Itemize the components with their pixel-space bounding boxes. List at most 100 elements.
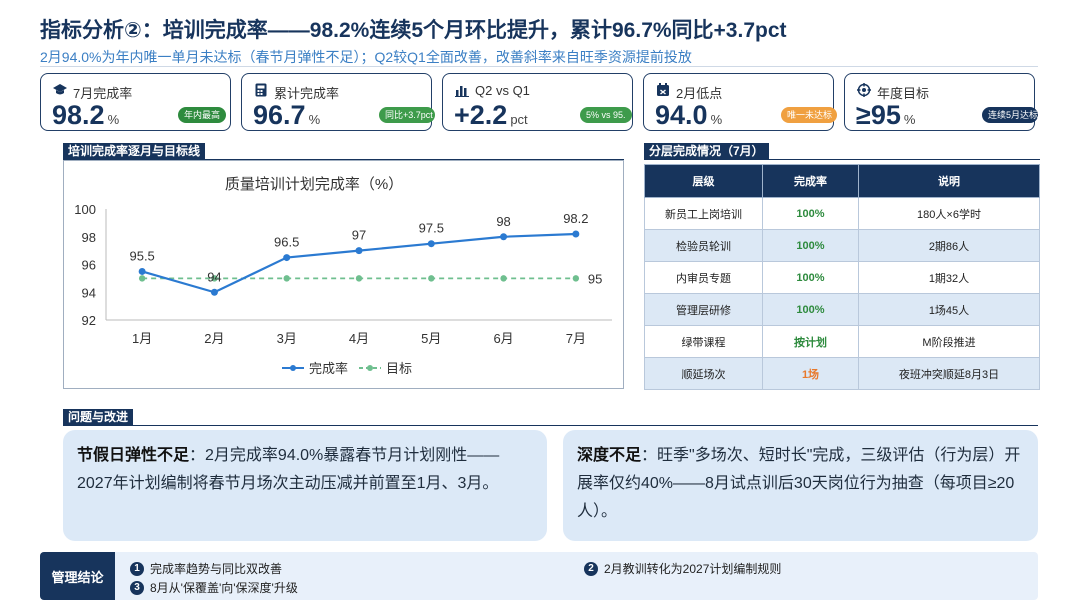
kpi-tag: 同比+3.7pct bbox=[379, 107, 435, 123]
issue-heading: 深度不足 bbox=[577, 447, 642, 464]
target-data-label: 95 bbox=[588, 271, 602, 286]
kpi-value: 96.7% bbox=[253, 100, 321, 130]
cell-level: 内审员专题 bbox=[644, 261, 763, 294]
target-point bbox=[500, 275, 507, 282]
x-tick-label: 7月 bbox=[566, 331, 586, 346]
chart-section-label: 培训完成率逐月与目标线 bbox=[63, 143, 206, 160]
target-icon bbox=[857, 83, 871, 97]
kpi-value: 98.2% bbox=[52, 100, 120, 130]
legend-marker-completion bbox=[290, 365, 296, 371]
kpi-tag: 连续5月达标 bbox=[982, 107, 1038, 123]
completion-rate-point bbox=[427, 240, 435, 248]
issue-heading: 节假日弹性不足 bbox=[77, 447, 190, 464]
kpi-value: 94.0% bbox=[655, 100, 723, 130]
number-badge: 1 bbox=[130, 561, 144, 576]
conclusion-text: 2月教训转化为2027计划编制规则 bbox=[604, 562, 782, 576]
y-tick-label: 98 bbox=[82, 230, 96, 245]
data-label: 96.5 bbox=[274, 235, 299, 250]
conclusion-label: 管理结论 bbox=[40, 552, 115, 600]
data-label: 94 bbox=[207, 269, 221, 284]
completion-rate-chart: 质量培训计划完成率（%） 92 94 96 98 100 1月 2月 3月 4月 5月 6月 7月 95 9… bbox=[63, 160, 624, 389]
completion-rate-point bbox=[355, 247, 363, 255]
kpi-row: 7月完成率 98.2% 年内最高 累计完成率 96.7% 同比+3.7pct Q… bbox=[40, 73, 1038, 131]
issue-body: ：旺季"多场次、短时长"完成，三级评估（行为层）开展率仅约40%——8月试点训后… bbox=[577, 447, 1021, 520]
completion-rate-point bbox=[283, 254, 291, 262]
column-header: 说明 bbox=[858, 164, 1040, 198]
cell-rate: 100% bbox=[762, 197, 859, 230]
cell-rate: 按计划 bbox=[762, 325, 859, 358]
issues-section-label: 问题与改进 bbox=[63, 409, 134, 426]
x-tick-label: 6月 bbox=[493, 331, 513, 346]
target-point bbox=[355, 275, 363, 282]
cell-note: 180人×6学时 bbox=[858, 197, 1040, 230]
target-point bbox=[283, 275, 290, 282]
issue-card-holiday-flexibility: 节假日弹性不足：2月完成率94.0%暴露春节月计划刚性——2027年计划编制将春… bbox=[63, 430, 547, 541]
table-row: 内审员专题 100% 1期32人 bbox=[644, 261, 1040, 294]
table-section-rule bbox=[644, 159, 1040, 160]
y-tick-label: 94 bbox=[82, 285, 96, 300]
table-header-row: 层级 完成率 说明 bbox=[644, 164, 1040, 198]
x-tick-label: 5月 bbox=[421, 331, 441, 346]
kpi-card-annual-target[interactable]: 年度目标 ≥95% 连续5月达标 bbox=[844, 73, 1038, 131]
conclusion-text: 完成率趋势与同比双改善 bbox=[150, 562, 283, 576]
y-tick-label: 100 bbox=[74, 202, 96, 217]
cell-note: 2期86人 bbox=[858, 229, 1040, 262]
line-chart: 质量培训计划完成率（%） 92 94 96 98 100 1月 2月 3月 4月 5月 6月 7月 95 9… bbox=[74, 176, 612, 376]
x-tick-label: 2月 bbox=[204, 331, 224, 346]
x-tick-label: 1月 bbox=[132, 331, 152, 346]
cell-note: 1场45人 bbox=[858, 293, 1040, 326]
calendar-icon bbox=[657, 83, 669, 96]
number-badge: 2 bbox=[584, 561, 598, 576]
completion-rate-point bbox=[210, 288, 218, 296]
conclusion-text: 8月从'保覆盖'向'保深度'升级 bbox=[150, 581, 298, 595]
cell-level: 顺延场次 bbox=[644, 357, 763, 390]
kpi-tag: 5% vs 95. bbox=[580, 107, 632, 123]
target-point bbox=[138, 275, 146, 282]
legend-marker-target bbox=[367, 365, 373, 371]
cell-rate: 100% bbox=[762, 229, 859, 262]
cell-rate: 100% bbox=[762, 293, 859, 326]
kpi-card-feb-low[interactable]: 2月低点 94.0% 唯一未达标 bbox=[643, 73, 837, 131]
kpi-card-q2-vs-q1[interactable]: Q2 vs Q1 +2.2 pct 5% vs 95. bbox=[442, 73, 633, 131]
column-header: 完成率 bbox=[762, 164, 859, 198]
x-tick-label: 4月 bbox=[349, 331, 369, 346]
chart-title: 质量培训计划完成率（%） bbox=[225, 176, 403, 193]
y-tick-label: 96 bbox=[82, 258, 96, 273]
issues-section-rule bbox=[63, 425, 1038, 426]
data-label: 97 bbox=[352, 228, 366, 243]
cell-note: 1期32人 bbox=[858, 261, 1040, 294]
conclusion-item-3: 3 8月从'保覆盖'向'保深度'升级 bbox=[130, 579, 298, 596]
kpi-tag: 年内最高 bbox=[178, 107, 227, 123]
kpi-label: Q2 vs Q1 bbox=[475, 83, 530, 98]
graduation-cap-icon bbox=[53, 84, 67, 95]
cell-note: M阶段推进 bbox=[858, 325, 1040, 358]
table-row: 检验员轮训 100% 2期86人 bbox=[644, 229, 1040, 262]
number-badge: 3 bbox=[130, 580, 144, 595]
issue-card-depth: 深度不足：旺季"多场次、短时长"完成，三级评估（行为层）开展率仅约40%——8月… bbox=[563, 430, 1038, 541]
data-label: 95.5 bbox=[129, 248, 154, 263]
data-label: 98.2 bbox=[563, 211, 588, 226]
cell-level: 新员工上岗培训 bbox=[644, 197, 763, 230]
completion-rate-point bbox=[138, 267, 146, 275]
kpi-card-july-rate[interactable]: 7月完成率 98.2% 年内最高 bbox=[40, 73, 231, 131]
table-row: 顺延场次 1场 夜班冲突顺延8月3日 bbox=[644, 357, 1040, 390]
target-point bbox=[428, 275, 435, 282]
calculator-icon bbox=[255, 83, 267, 97]
cell-level: 管理层研修 bbox=[644, 293, 763, 326]
x-tick-label: 3月 bbox=[277, 331, 297, 346]
legend-label-completion: 完成率 bbox=[309, 361, 348, 376]
legend-label-target: 目标 bbox=[386, 361, 412, 376]
conclusion-item-1: 1 完成率趋势与同比双改善 bbox=[130, 560, 282, 577]
page-title: 指标分析②：培训完成率——98.2%连续5个月环比提升，累计96.7%同比+3.… bbox=[40, 19, 787, 42]
cell-rate: 100% bbox=[762, 261, 859, 294]
column-header: 层级 bbox=[644, 164, 763, 198]
completion-rate-point bbox=[572, 230, 580, 238]
cell-level: 检验员轮训 bbox=[644, 229, 763, 262]
title-divider bbox=[40, 66, 1038, 67]
data-label: 98 bbox=[496, 214, 510, 229]
kpi-value: +2.2 pct bbox=[454, 100, 528, 130]
page-subtitle: 2月94.0%为年内唯一单月未达标（春节月弹性不足）；Q2较Q1全面改善，改善斜… bbox=[40, 49, 692, 65]
kpi-value: ≥95% bbox=[856, 100, 916, 130]
kpi-card-cumulative-rate[interactable]: 累计完成率 96.7% 同比+3.7pct bbox=[241, 73, 435, 131]
table-row: 绿带课程 按计划 M阶段推进 bbox=[644, 325, 1040, 358]
